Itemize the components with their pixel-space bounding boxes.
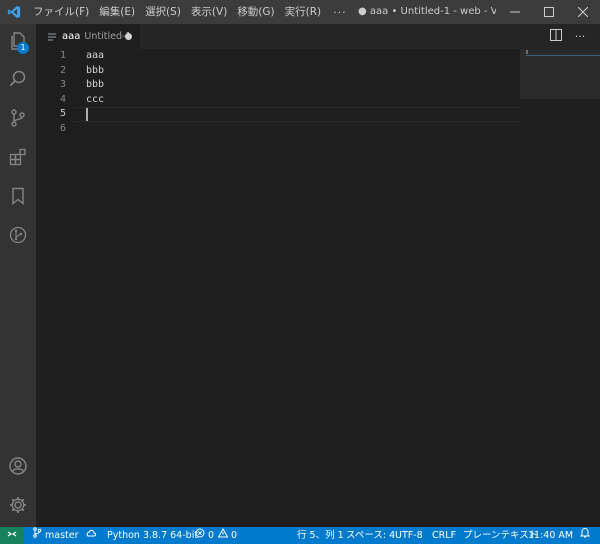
menu-run[interactable]: 実行(R)	[280, 0, 327, 24]
git-graph-button[interactable]	[0, 218, 36, 254]
close-button[interactable]	[566, 0, 600, 24]
split-editor-icon	[550, 29, 562, 44]
unsaved-dot-icon[interactable]	[125, 33, 132, 40]
menu-go[interactable]: 移動(G)	[232, 0, 279, 24]
code-line[interactable]: aaa	[86, 49, 104, 64]
python-interpreter[interactable]: Python 3.8.7 64-bit	[107, 527, 198, 544]
menu-file[interactable]: ファイル(F)	[28, 0, 94, 24]
code-line[interactable]: bbb	[86, 78, 104, 93]
line-number-gutter: 1 2 3 4 5 6	[36, 49, 74, 527]
editor-tabs: aaa Untitled-1 ···	[36, 24, 600, 49]
tab-label: aaa	[62, 31, 81, 42]
activity-bar: 1	[0, 24, 36, 527]
menu-selection[interactable]: 選択(S)	[140, 0, 186, 24]
minimap-content	[526, 50, 528, 54]
warning-icon	[217, 527, 231, 544]
code-line[interactable]: bbb	[86, 64, 104, 79]
cursor-position[interactable]: 行 5、列 1	[297, 527, 344, 544]
accounts-button[interactable]	[0, 449, 36, 485]
minimap-cursor-line	[526, 55, 600, 56]
branch-name: master	[45, 530, 79, 541]
language-mode[interactable]: プレーンテキスト	[463, 527, 538, 544]
menu-more-button[interactable]: ···	[326, 6, 354, 19]
line-number: 3	[59, 79, 66, 90]
branch-icon	[32, 527, 45, 544]
remote-icon	[7, 529, 17, 542]
sync-status[interactable]	[85, 527, 100, 544]
split-editor-button[interactable]	[544, 24, 568, 49]
gear-icon	[8, 495, 28, 518]
error-icon	[195, 527, 208, 544]
search-icon	[8, 69, 28, 92]
problems-status[interactable]: 0 0	[195, 527, 237, 544]
search-button[interactable]	[0, 62, 36, 98]
line-number: 4	[59, 93, 66, 105]
vscode-logo-icon	[0, 0, 28, 24]
menu-bar: ファイル(F) 編集(E) 選択(S) 表示(V) 移動(G) 実行(R) ··…	[28, 0, 354, 24]
text-cursor	[86, 108, 88, 121]
encoding[interactable]: UTF-8	[395, 527, 423, 544]
menu-view[interactable]: 表示(V)	[186, 0, 232, 24]
extensions-button[interactable]	[0, 140, 36, 176]
warning-count: 0	[231, 530, 238, 541]
editor[interactable]: 1 2 3 4 5 6 aaa bbb bbb ccc	[36, 49, 600, 527]
source-control-icon	[8, 108, 28, 131]
end-of-line[interactable]: CRLF	[432, 527, 456, 544]
account-icon	[8, 456, 28, 479]
bell-icon	[579, 527, 593, 544]
remote-button[interactable]	[0, 527, 24, 544]
bookmarks-button[interactable]	[0, 179, 36, 215]
extensions-icon	[8, 147, 28, 170]
notifications-button[interactable]	[579, 527, 593, 544]
line-number-active: 5	[59, 108, 66, 119]
indentation[interactable]: スペース: 4	[346, 527, 395, 544]
line-number: 6	[59, 122, 66, 134]
menu-edit[interactable]: 編集(E)	[94, 0, 140, 24]
window-controls	[498, 0, 600, 24]
cloud-sync-icon	[85, 527, 100, 544]
tab-untitled-1[interactable]: aaa Untitled-1	[36, 24, 140, 49]
maximize-button[interactable]	[532, 0, 566, 24]
status-bar: master Python 3.8.7 64-bit 0 0 行 5、列 1 ス…	[0, 527, 600, 544]
git-graph-icon	[8, 225, 28, 248]
clock: 11:40 AM	[528, 530, 574, 541]
minimap[interactable]	[520, 49, 600, 99]
more-actions-button[interactable]: ···	[568, 24, 592, 49]
source-control-button[interactable]	[0, 101, 36, 137]
title-bar: ファイル(F) 編集(E) 選択(S) 表示(V) 移動(G) 実行(R) ··…	[0, 0, 600, 24]
manage-button[interactable]	[0, 488, 36, 524]
current-line-highlight	[74, 107, 520, 122]
bookmark-icon	[8, 186, 28, 209]
file-icon	[46, 31, 58, 43]
window-title: ● aaa • Untitled-1 - web - Visual S...	[358, 6, 496, 17]
explorer-button[interactable]: 1	[0, 24, 36, 60]
code-line[interactable]: ccc	[86, 93, 104, 108]
error-count: 0	[208, 530, 215, 541]
line-number: 1	[59, 50, 66, 61]
explorer-badge: 1	[17, 42, 29, 54]
editor-actions: ···	[544, 24, 592, 49]
branch-status[interactable]: master	[32, 527, 79, 544]
line-number: 2	[59, 64, 66, 76]
minimize-button[interactable]	[498, 0, 532, 24]
